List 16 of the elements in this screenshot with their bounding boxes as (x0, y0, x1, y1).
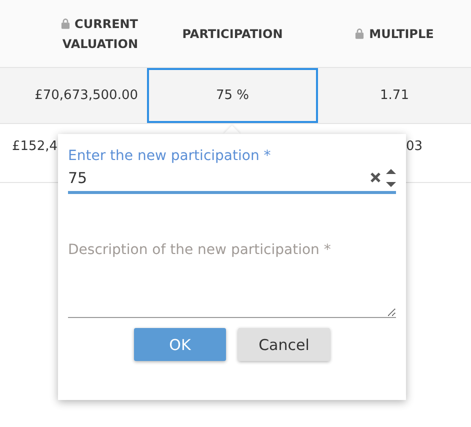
column-header[interactable]: MULTIPLE (355, 24, 434, 44)
table-cell: 75 % (147, 68, 318, 123)
table-cell: £152,4 (12, 138, 58, 154)
table-cell: 03 (406, 138, 423, 154)
clear-icon[interactable] (370, 172, 381, 183)
column-header[interactable]: PARTICIPATION (182, 24, 283, 44)
cancel-button[interactable]: Cancel (238, 328, 330, 361)
spinner-icon[interactable] (386, 166, 396, 188)
lock-icon (60, 18, 70, 28)
participation-field[interactable]: 75 (68, 168, 370, 186)
table-cell-text: £70,673,500.00 (34, 87, 139, 105)
field-label: Enter the new participation * (68, 148, 271, 164)
table-row[interactable]: £70,673,500.00 75 % 1.71 (0, 68, 471, 124)
table-cell-text: 1.71 (379, 87, 410, 105)
lock-icon (355, 28, 364, 38)
column-header[interactable]: CURRENT VALUATION (18, 14, 138, 54)
